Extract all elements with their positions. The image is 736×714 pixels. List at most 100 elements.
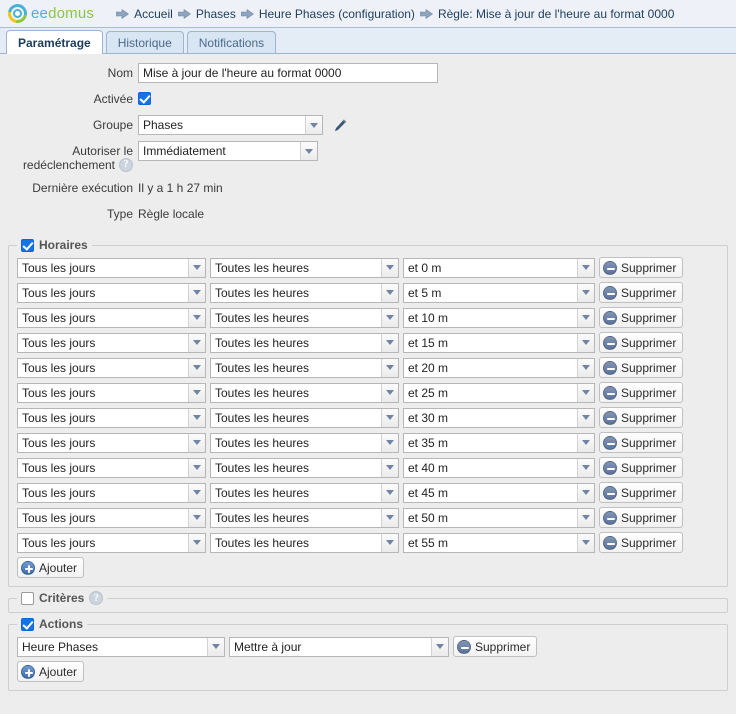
delete-schedule-button[interactable]: Supprimer xyxy=(599,482,684,503)
minus-circle-icon xyxy=(603,335,617,350)
delete-schedule-button[interactable]: Supprimer xyxy=(599,357,684,378)
criteria-legend: Critères ? xyxy=(17,591,107,605)
chevron-down-icon xyxy=(381,433,398,452)
delete-schedule-button[interactable]: Supprimer xyxy=(599,457,684,478)
pencil-icon[interactable] xyxy=(329,115,351,135)
retrigger-select[interactable]: Immédiatement xyxy=(138,141,318,161)
breadcrumb-item-0[interactable]: Accueil xyxy=(116,7,173,21)
schedule-hour-select[interactable]: Toutes les heures xyxy=(210,257,399,278)
criteria-checkbox[interactable] xyxy=(21,591,34,605)
schedule-day-select[interactable]: Tous les jours xyxy=(17,432,206,453)
schedule-hour-select[interactable]: Toutes les heures xyxy=(210,532,399,553)
schedule-day-select[interactable]: Tous les jours xyxy=(17,307,206,328)
schedule-minute-select[interactable]: et 20 m xyxy=(403,357,595,378)
schedule-hour-select[interactable]: Toutes les heures xyxy=(210,432,399,453)
schedule-row: Tous les jours Toutes les heures et 0 m Sup… xyxy=(17,257,719,278)
enabled-checkbox[interactable] xyxy=(138,92,151,105)
schedule-day-select[interactable]: Tous les jours xyxy=(17,357,206,378)
schedules-section: Horaires Tous les jours Toutes les heures… xyxy=(8,238,728,587)
schedule-day-select[interactable]: Tous les jours xyxy=(17,407,206,428)
schedule-hour-select[interactable]: Toutes les heures xyxy=(210,357,399,378)
schedule-minute-select[interactable]: et 10 m xyxy=(403,307,595,328)
schedule-day-select-value: Tous les jours xyxy=(22,410,96,425)
schedule-day-select[interactable]: Tous les jours xyxy=(17,332,206,353)
delete-schedule-button[interactable]: Supprimer xyxy=(599,257,684,278)
schedule-hour-select[interactable]: Toutes les heures xyxy=(210,332,399,353)
delete-schedule-button[interactable]: Supprimer xyxy=(599,282,684,303)
help-icon[interactable]: ? xyxy=(119,158,133,172)
delete-action-button-label: Supprimer xyxy=(475,639,531,654)
delete-schedule-button[interactable]: Supprimer xyxy=(599,307,684,328)
minus-circle-icon xyxy=(603,310,617,325)
action-row: Heure Phases Mettre à jour Supprimer xyxy=(17,636,719,657)
field-row-last-execution: Dernière exécution Il y a 1 h 27 min xyxy=(0,178,736,198)
name-input[interactable] xyxy=(138,63,438,83)
schedule-minute-select[interactable]: et 50 m xyxy=(403,507,595,528)
schedule-minute-select[interactable]: et 35 m xyxy=(403,432,595,453)
retrigger-label-line2: redéclenchement xyxy=(22,158,115,172)
schedule-day-select[interactable]: Tous les jours xyxy=(17,507,206,528)
schedule-day-select[interactable]: Tous les jours xyxy=(17,382,206,403)
group-select[interactable]: Phases xyxy=(138,115,323,135)
schedule-row: Tous les jours Toutes les heures et 5 m Sup… xyxy=(17,282,719,303)
schedule-day-select[interactable]: Tous les jours xyxy=(17,482,206,503)
schedule-minute-select[interactable]: et 55 m xyxy=(403,532,595,553)
schedule-hour-select[interactable]: Toutes les heures xyxy=(210,382,399,403)
criteria-section: Critères ? xyxy=(8,591,728,613)
schedule-day-select[interactable]: Tous les jours xyxy=(17,457,206,478)
delete-action-button[interactable]: Supprimer xyxy=(453,636,538,657)
tab-paramtrage[interactable]: Paramétrage xyxy=(6,30,103,54)
schedule-hour-select[interactable]: Toutes les heures xyxy=(210,482,399,503)
help-icon[interactable]: ? xyxy=(89,591,104,605)
plus-circle-icon xyxy=(21,664,35,679)
schedule-hour-select[interactable]: Toutes les heures xyxy=(210,457,399,478)
schedule-day-select[interactable]: Tous les jours xyxy=(17,532,206,553)
field-row-name: Nom xyxy=(0,63,736,83)
action-operation-select[interactable]: Mettre à jour xyxy=(229,636,449,657)
schedule-minute-select[interactable]: et 15 m xyxy=(403,332,595,353)
schedule-day-select[interactable]: Tous les jours xyxy=(17,282,206,303)
add-action-button[interactable]: Ajouter xyxy=(17,661,85,682)
delete-schedule-button[interactable]: Supprimer xyxy=(599,382,684,403)
chevron-down-icon xyxy=(381,408,398,427)
delete-schedule-button[interactable]: Supprimer xyxy=(599,432,684,453)
breadcrumb-item-1[interactable]: Phases xyxy=(177,7,236,21)
schedule-minute-select[interactable]: et 0 m xyxy=(403,257,595,278)
tab-historique[interactable]: Historique xyxy=(105,31,184,53)
breadcrumb-item-3[interactable]: Règle: Mise à jour de l'heure au format … xyxy=(419,7,674,21)
schedule-row: Tous les jours Toutes les heures et 15 m Su… xyxy=(17,332,719,353)
schedule-day-select-value: Tous les jours xyxy=(22,535,96,550)
chevron-down-icon xyxy=(188,358,205,377)
action-target-select[interactable]: Heure Phases xyxy=(17,636,225,657)
chevron-down-icon xyxy=(577,533,594,552)
schedule-hour-select[interactable]: Toutes les heures xyxy=(210,282,399,303)
delete-schedule-button[interactable]: Supprimer xyxy=(599,407,684,428)
delete-schedule-button[interactable]: Supprimer xyxy=(599,532,684,553)
schedule-hour-select[interactable]: Toutes les heures xyxy=(210,507,399,528)
schedule-day-select[interactable]: Tous les jours xyxy=(17,257,206,278)
breadcrumb-item-label-2: Heure Phases (configuration) xyxy=(258,6,415,21)
schedule-hour-select-value: Toutes les heures xyxy=(215,485,310,500)
schedule-hour-select[interactable]: Toutes les heures xyxy=(210,307,399,328)
add-schedule-label: Ajouter xyxy=(39,560,78,575)
schedule-minute-select[interactable]: et 25 m xyxy=(403,382,595,403)
schedule-minute-select[interactable]: et 30 m xyxy=(403,407,595,428)
schedule-minute-select[interactable]: et 45 m xyxy=(403,482,595,503)
chevron-down-icon xyxy=(577,358,594,377)
actions-checkbox[interactable] xyxy=(21,617,34,631)
delete-schedule-button[interactable]: Supprimer xyxy=(599,332,684,353)
schedule-minute-select[interactable]: et 5 m xyxy=(403,282,595,303)
schedule-row: Tous les jours Toutes les heures et 35 m Su… xyxy=(17,432,719,453)
breadcrumb-item-2[interactable]: Heure Phases (configuration) xyxy=(240,6,415,21)
schedule-minute-select[interactable]: et 40 m xyxy=(403,457,595,478)
schedule-hour-select-value: Toutes les heures xyxy=(215,510,310,525)
schedule-day-select-value: Tous les jours xyxy=(22,435,96,450)
tab-notifications[interactable]: Notifications xyxy=(186,31,277,53)
delete-schedule-button[interactable]: Supprimer xyxy=(599,507,684,528)
eedomus-logo[interactable]: eedomus xyxy=(4,0,94,27)
delete-schedule-button-label: Supprimer xyxy=(621,485,677,500)
schedule-hour-select[interactable]: Toutes les heures xyxy=(210,407,399,428)
add-schedule-button[interactable]: Ajouter xyxy=(17,557,85,578)
schedules-checkbox[interactable] xyxy=(21,238,34,252)
action-operation-select-value: Mettre à jour xyxy=(234,639,302,654)
